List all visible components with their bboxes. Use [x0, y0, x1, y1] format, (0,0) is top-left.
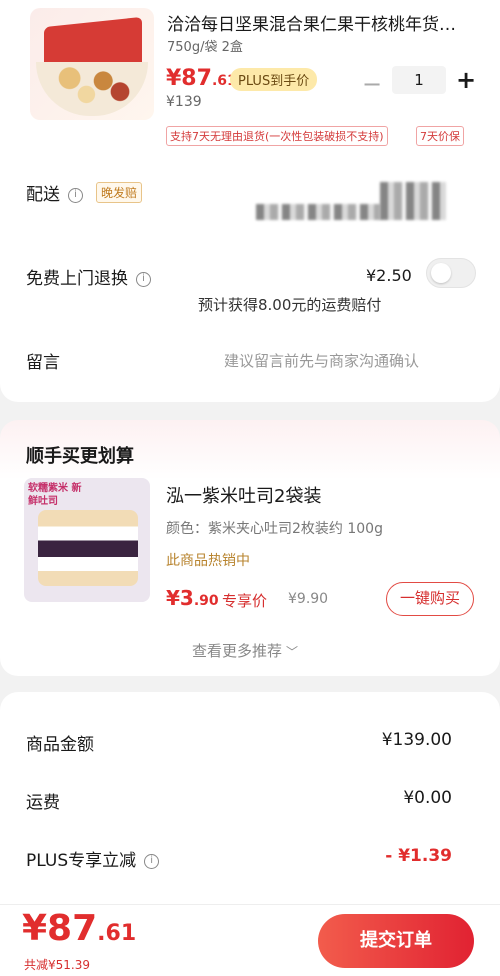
return-service-label: 免费上门退换 i [26, 264, 151, 289]
one-click-buy-button[interactable]: 一键购买 [386, 582, 474, 616]
shipping-value: ¥0.00 [403, 788, 452, 808]
plus-discount-label: PLUS专享立减 i [26, 846, 160, 871]
return-service-hint: 预计获得8.00元的运费赔付 [198, 296, 382, 314]
addon-product-title[interactable]: 泓一紫米吐司2袋装 [166, 482, 321, 508]
addon-section-title: 顺手买更划算 [26, 446, 134, 467]
delivery-address-redacted[interactable] [380, 182, 446, 220]
total-saved: 共减¥51.39 [24, 958, 90, 972]
product-image[interactable] [30, 8, 154, 120]
info-icon[interactable]: i [144, 853, 160, 869]
return-policy-tag: 支持7天无理由退货(一次性包装破损不支持) [166, 126, 388, 146]
return-service-toggle[interactable] [426, 258, 476, 288]
info-icon[interactable]: i [136, 271, 151, 287]
message-input[interactable]: 建议留言前先与商家沟通确认 [224, 350, 419, 371]
goods-amount-label: 商品金额 [26, 735, 94, 755]
product-title[interactable]: 洽洽每日坚果混合果仁果干核桃年货… [167, 10, 487, 35]
quantity-decrease-button[interactable]: − [362, 70, 382, 98]
delivery-label: 配送 i [26, 180, 83, 205]
more-recommendations-link[interactable]: 查看更多推荐 ﹀ [192, 640, 298, 661]
delivery-time-redacted[interactable] [256, 204, 380, 220]
product-original-price: ¥139 [166, 94, 202, 110]
order-summary-card [0, 692, 500, 932]
goods-amount-value: ¥139.00 [381, 730, 452, 750]
product-price: ¥87.61 [166, 66, 237, 91]
late-compensation-badge: 晚发赔 [96, 182, 143, 203]
return-service-price: ¥2.50 [366, 266, 412, 285]
total-price: ¥87.61 [22, 908, 137, 949]
plus-price-badge: PLUS到手价 [230, 68, 318, 91]
message-label: 留言 [26, 353, 60, 373]
addon-price: ¥3.90 [166, 586, 219, 610]
quantity-increase-button[interactable]: + [456, 66, 476, 94]
chevron-down-icon: ﹀ [286, 645, 299, 659]
info-icon[interactable]: i [68, 187, 83, 203]
addon-original-price: ¥9.90 [288, 591, 329, 607]
plus-discount-value: - ¥1.39 [385, 846, 452, 866]
addon-product-image[interactable]: 软糯紫米 新鲜吐司 [24, 478, 150, 602]
price-protect-tag: 7天价保 [416, 126, 464, 146]
shipping-label: 运费 [26, 793, 60, 813]
submit-order-button[interactable]: 提交订单 [318, 914, 474, 968]
product-spec: 750g/袋 2盒 [167, 40, 243, 55]
addon-hot-label: 此商品热销中 [166, 553, 250, 569]
addon-exclusive-label: 专享价 [222, 592, 268, 610]
addon-product-spec: 颜色：紫米夹心吐司2枚装约 100g [166, 521, 383, 537]
quantity-input[interactable]: 1 [392, 66, 446, 94]
